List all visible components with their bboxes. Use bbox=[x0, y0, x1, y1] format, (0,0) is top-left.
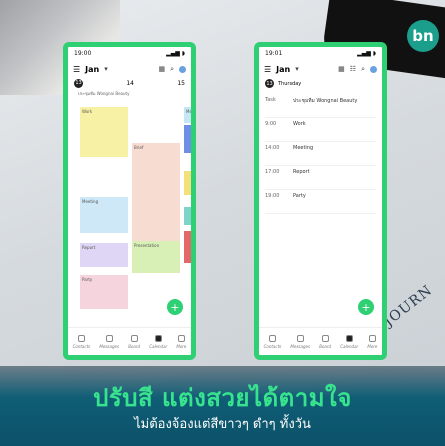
search-icon[interactable]: ⌕ bbox=[170, 65, 174, 74]
agenda-row[interactable]: 17:00 Report bbox=[265, 166, 376, 190]
today-badge[interactable]: 13 bbox=[74, 78, 83, 88]
calendar-grid: Work Meeting Report Party Brief Presenta… bbox=[76, 107, 191, 325]
pinned-task[interactable]: ประชุมทีม Wongnai Beauty bbox=[68, 89, 191, 98]
calendar-header: ☰ Jan ▾ ▦ ⌕ bbox=[68, 61, 191, 77]
background: bn JOURN 19:00 ▂▄▆ ◗ ☰ Jan ▾ ▦ ⌕ 13 14 15… bbox=[0, 0, 445, 446]
avatar[interactable] bbox=[370, 65, 377, 73]
agenda-list: Task ประชุมทีม Wongnai Beauty 9:00 Work 14… bbox=[259, 90, 382, 218]
event-work[interactable]: Work bbox=[80, 107, 128, 157]
day-14[interactable]: 14 bbox=[126, 80, 134, 87]
tab-calendar[interactable]: Calendar bbox=[340, 334, 358, 349]
agenda-row[interactable]: Task ประชุมทีม Wongnai Beauty bbox=[265, 94, 376, 118]
calendar-icon[interactable]: ▦ bbox=[158, 65, 165, 73]
month-selector[interactable]: Jan bbox=[276, 65, 290, 74]
search-icon[interactable]: ⌕ bbox=[361, 65, 365, 74]
month-selector[interactable]: Jan bbox=[85, 65, 99, 74]
event-presentation[interactable]: Presentation bbox=[132, 241, 180, 273]
day-bar: 13 14 15 bbox=[68, 77, 191, 89]
tab-board[interactable]: Board bbox=[128, 334, 140, 349]
menu-icon[interactable]: ☰ bbox=[73, 65, 80, 74]
phone-right: 19:01 ▂▄▆ ◗ ☰ Jan ▾ ▦ ☷ ⌕ 13 Thursday Tas… bbox=[254, 42, 387, 360]
status-bar: 19:01 ▂▄▆ ◗ bbox=[265, 50, 376, 57]
tab-calendar[interactable]: Calendar bbox=[149, 334, 167, 349]
tab-more[interactable]: More bbox=[367, 334, 377, 349]
event-party[interactable]: Party bbox=[80, 275, 128, 309]
journal-text: JOURN bbox=[381, 282, 436, 330]
tab-board[interactable]: Board bbox=[319, 334, 331, 349]
agenda-row[interactable]: 14:00 Meeting bbox=[265, 142, 376, 166]
tab-bar: Contacts Messages Board Calendar More bbox=[259, 327, 382, 355]
event-blue[interactable] bbox=[184, 125, 191, 153]
tab-bar: Contacts Messages Board Calendar More bbox=[68, 327, 191, 355]
tab-messages[interactable]: Messages bbox=[290, 334, 310, 349]
status-bar: 19:00 ▂▄▆ ◗ bbox=[74, 50, 185, 57]
agenda-row[interactable]: 19:00 Party bbox=[265, 190, 376, 214]
menu-icon[interactable]: ☰ bbox=[264, 65, 271, 74]
calendar-icon[interactable]: ▦ bbox=[338, 65, 345, 73]
chevron-down-icon[interactable]: ▾ bbox=[295, 65, 299, 73]
event-report[interactable]: Report bbox=[80, 243, 128, 267]
headline: ปรับสี แต่งสวยได้ตามใจ bbox=[93, 384, 352, 412]
chevron-down-icon[interactable]: ▾ bbox=[104, 65, 108, 73]
date-header: 13 Thursday bbox=[259, 77, 382, 90]
event-teal[interactable] bbox=[184, 207, 191, 225]
agenda-row[interactable]: 9:00 Work bbox=[265, 118, 376, 142]
list-icon[interactable]: ☷ bbox=[350, 65, 356, 73]
weekday-label: Thursday bbox=[278, 80, 302, 87]
add-event-button[interactable]: + bbox=[167, 299, 183, 315]
event-meeting[interactable]: Meeting bbox=[80, 197, 128, 233]
tab-more[interactable]: More bbox=[176, 334, 186, 349]
add-event-button[interactable]: + bbox=[358, 299, 374, 315]
event-yellow[interactable] bbox=[184, 171, 191, 195]
tab-contacts[interactable]: Contacts bbox=[73, 334, 90, 349]
day-15[interactable]: 15 bbox=[177, 80, 185, 87]
subheadline: ไม่ต้องจ้องแต่สีขาวๆ ดำๆ ทั้งวัน bbox=[134, 417, 311, 432]
calendar-header: ☰ Jan ▾ ▦ ☷ ⌕ bbox=[259, 61, 382, 77]
tab-contacts[interactable]: Contacts bbox=[264, 334, 281, 349]
brand-logo: bn bbox=[407, 20, 439, 52]
avatar[interactable] bbox=[179, 65, 186, 73]
phone-left: 19:00 ▂▄▆ ◗ ☰ Jan ▾ ▦ ⌕ 13 14 15 ประชุมที… bbox=[63, 42, 196, 360]
event-red[interactable] bbox=[184, 231, 191, 263]
tab-messages[interactable]: Messages bbox=[99, 334, 119, 349]
event-meeting-2[interactable]: Meeting bbox=[184, 107, 191, 123]
today-badge[interactable]: 13 bbox=[265, 79, 274, 88]
